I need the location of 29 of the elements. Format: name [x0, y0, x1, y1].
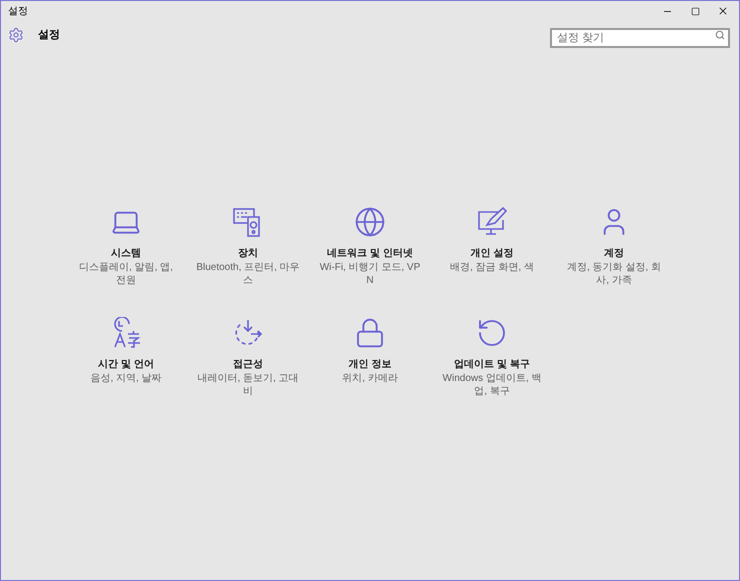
tile-title[interactable]: 시간 및 언어: [98, 357, 154, 372]
tile-description: 계정, 동기화 설정, 회사, 가족: [566, 261, 662, 287]
tile-description: Wi-Fi, 비행기 모드, VPN: [318, 261, 422, 287]
search-field[interactable]: 설정 찾기: [550, 28, 730, 48]
close-icon: [717, 5, 729, 17]
maximize-icon: [690, 6, 700, 16]
tile-title[interactable]: 장치: [238, 246, 258, 261]
tile-title[interactable]: 계정: [604, 246, 624, 261]
tile-title[interactable]: 시스템: [111, 246, 141, 261]
tile-title[interactable]: 개인 정보: [348, 357, 392, 372]
tile-description: Bluetooth, 프린터, 마우스: [195, 261, 301, 287]
tile-description: 위치, 카메라: [341, 372, 399, 385]
tile-title[interactable]: 접근성: [233, 357, 263, 372]
tile-description: 디스플레이, 알림, 앱, 전원: [78, 261, 174, 287]
search-icon: [715, 30, 725, 40]
tile-description: 내레이터, 돋보기, 고대비: [196, 372, 300, 398]
lock-icon: [354, 317, 386, 349]
tile-title[interactable]: 개인 설정: [470, 246, 514, 261]
tile-description: Windows 업데이트, 백업, 복구: [442, 372, 542, 398]
monitor-brush-icon: [476, 206, 508, 238]
tile-description: 배경, 잠금 화면, 색: [449, 261, 535, 274]
settings-icon: [8, 27, 24, 43]
page-title: 설정: [38, 28, 61, 43]
globe-icon: [354, 206, 386, 238]
window-title: 설정: [8, 4, 29, 18]
tile-title[interactable]: 네트워크 및 인터넷: [327, 246, 413, 261]
tile-title[interactable]: 업데이트 및 복구: [454, 357, 530, 372]
tile-description: 음성, 지역, 날짜: [89, 372, 163, 385]
circular-arrow-icon: [476, 317, 508, 349]
